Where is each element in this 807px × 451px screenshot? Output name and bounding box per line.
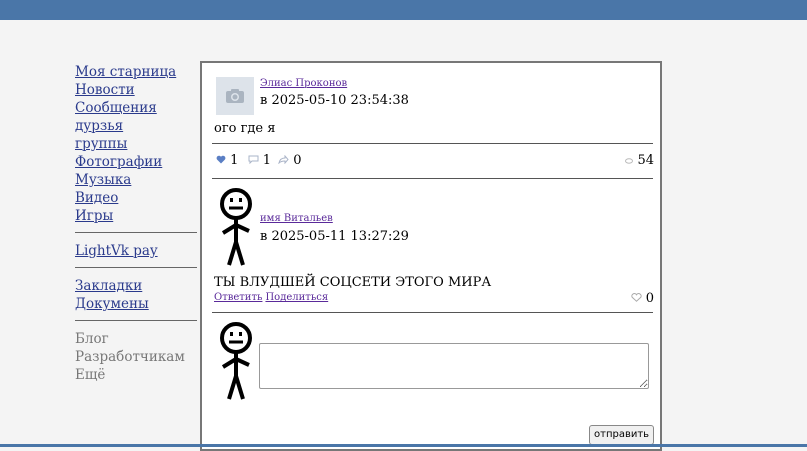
sidebar-item-games[interactable]: Игры <box>75 207 197 225</box>
share-icon <box>278 154 289 165</box>
post-divider <box>212 178 653 179</box>
share-count: 0 <box>293 153 302 168</box>
sidebar-item-news[interactable]: Новости <box>75 81 197 99</box>
sidebar-item-developers[interactable]: Разработчикам <box>75 348 197 366</box>
comment-text: ТЫ ВЛУДШЕЙ СОЦСЕТИ ЭТОГО МИРА <box>214 275 492 290</box>
views-count: 54 <box>637 153 654 168</box>
sidebar-divider <box>75 232 197 233</box>
heart-filled-icon <box>216 155 226 164</box>
comment-like-button[interactable]: 0 <box>630 291 654 306</box>
like-count: 1 <box>230 153 239 168</box>
views-counter: 54 <box>625 153 654 168</box>
comment-button[interactable]: 1 <box>248 153 271 168</box>
post-date: в 2025-05-10 23:54:38 <box>260 93 409 108</box>
top-header-bar <box>0 0 807 20</box>
like-button[interactable]: 1 <box>216 153 238 168</box>
post-panel: Элиас Проконов в 2025-05-10 23:54:38 ого… <box>200 61 662 451</box>
sidebar-item-groups[interactable]: группы <box>75 135 197 153</box>
sidebar-item-messages[interactable]: Сообщения <box>75 99 197 117</box>
sidebar-item-more[interactable]: Ещё <box>75 366 197 384</box>
comment-icon <box>248 155 259 165</box>
reply-link[interactable]: Ответить <box>214 292 262 303</box>
share-link[interactable]: Поделиться <box>265 292 328 303</box>
sidebar-item-music[interactable]: Музыка <box>75 171 197 189</box>
eye-icon <box>625 158 634 164</box>
post-stats: 1 1 0 54 <box>216 153 654 168</box>
post-divider <box>212 143 653 144</box>
stickman-avatar[interactable] <box>215 187 257 267</box>
sidebar-item-video[interactable]: Видео <box>75 189 197 207</box>
sidebar-divider <box>75 267 197 268</box>
sidebar-menu: Моя старница Новости Сообщения дурзья гр… <box>75 63 197 384</box>
sidebar-item-documents[interactable]: Докумены <box>75 295 197 313</box>
send-button[interactable]: отправить <box>589 425 655 445</box>
reply-input[interactable] <box>259 343 649 389</box>
comment-actions: Ответить Поделиться <box>214 292 331 303</box>
comment-count: 1 <box>262 153 271 168</box>
comment-like-count: 0 <box>645 291 654 306</box>
sidebar-item-blog[interactable]: Блог <box>75 330 197 348</box>
heart-outline-icon <box>630 293 642 302</box>
sidebar-item-my-page[interactable]: Моя старница <box>75 63 197 81</box>
post-author-link[interactable]: Элиас Проконов <box>260 78 347 89</box>
sidebar-item-friends[interactable]: дурзья <box>75 117 197 135</box>
comment-date: в 2025-05-11 13:27:29 <box>260 229 409 244</box>
sidebar-divider <box>75 320 197 321</box>
stickman-avatar[interactable] <box>215 321 257 401</box>
avatar[interactable] <box>216 77 254 115</box>
comment-author-link[interactable]: имя Витальев <box>260 213 333 224</box>
camera-icon <box>226 89 244 103</box>
comment-divider <box>212 312 653 313</box>
sidebar-item-lightvk-pay[interactable]: LightVk pay <box>75 242 197 260</box>
share-button[interactable]: 0 <box>278 153 302 168</box>
sidebar-item-photos[interactable]: Фотографии <box>75 153 197 171</box>
sidebar-item-bookmarks[interactable]: Закладки <box>75 277 197 295</box>
post-text: ого где я <box>214 121 276 136</box>
